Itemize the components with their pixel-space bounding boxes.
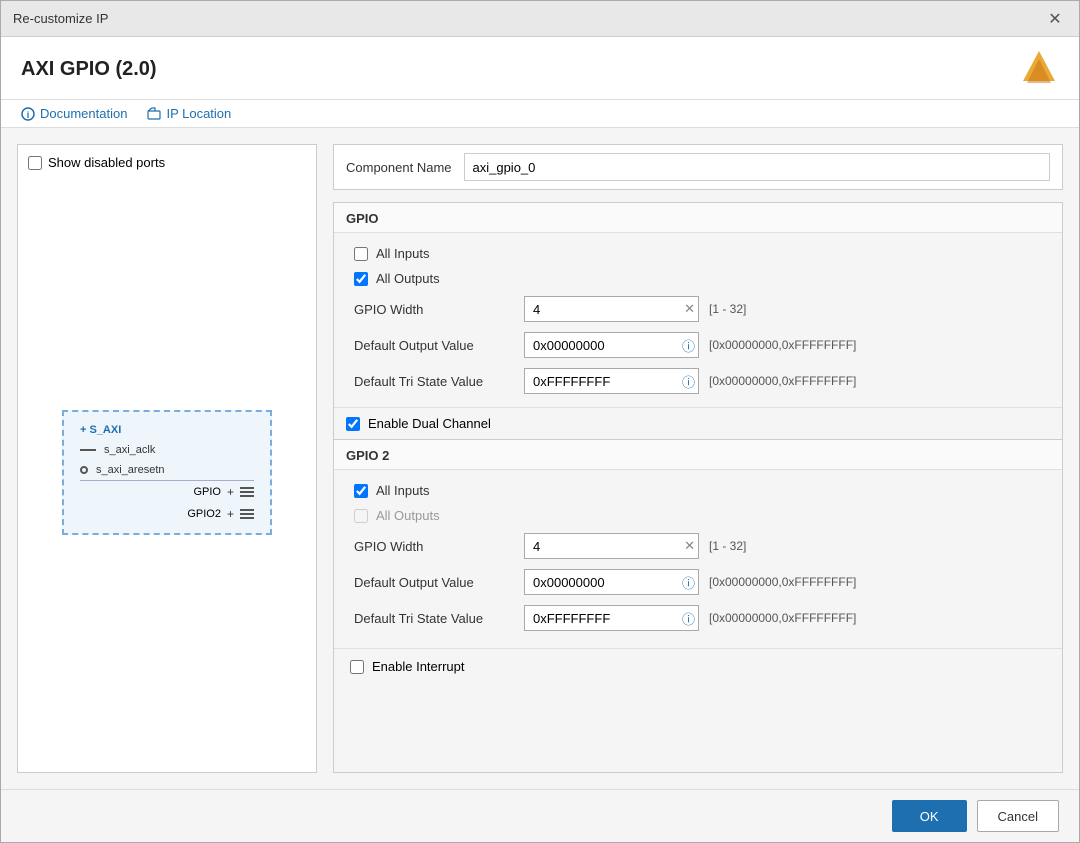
gpio2-default-output-input-wrap: ⓘ [524,569,699,595]
gpio2-default-tri-input[interactable] [524,605,699,631]
gpio2-width-input[interactable] [524,533,699,559]
gpio2-all-outputs-checkbox[interactable] [354,509,368,523]
gpio2-default-output-info-btn[interactable]: ⓘ [682,573,695,592]
gpio2-section-header: GPIO 2 [334,440,1062,470]
ip-title: AXI GPIO (2.0) [21,58,157,81]
gpio-width-input-wrap: ✕ [524,296,699,322]
info-icon: i [21,107,35,121]
default-tri-row: Default Tri State Value ⓘ [0x00000000,0x… [354,363,1042,399]
gpio-width-label: GPIO Width [354,302,514,317]
enable-dual-row: Enable Dual Channel [334,407,1062,439]
block-diagram: + S_AXI s_axi_aclk s_axi_aresetn [62,410,272,535]
right-panel: Component Name GPIO All Inputs [333,144,1063,773]
dialog: Re-customize IP ✕ AXI GPIO (2.0) i Docum… [0,0,1080,843]
config-scroll[interactable]: GPIO All Inputs All Outputs [334,203,1062,772]
gpio-section-content: All Inputs All Outputs GPIO Width [334,233,1062,407]
gpio2-section: GPIO 2 All Inputs All Outputs [334,439,1062,644]
gpio2-all-inputs-label: All Inputs [376,483,429,498]
svg-text:i: i [27,110,30,120]
gpio2-port: GPIO2 + [187,507,254,521]
default-output-label: Default Output Value [354,338,514,353]
gpio2-default-output-input[interactable] [524,569,699,595]
documentation-link[interactable]: i Documentation [21,106,127,121]
gpio-width-range: [1 - 32] [709,302,746,316]
gpio2-default-tri-range: [0x00000000,0xFFFFFFFF] [709,611,856,625]
default-tri-info-btn[interactable]: ⓘ [682,372,695,391]
gpio2-section-content: All Inputs All Outputs GPIO Width [334,470,1062,644]
main-content: Show disabled ports + S_AXI s_axi_aclk [1,128,1079,789]
default-tri-input[interactable] [524,368,699,394]
folder-icon [147,107,161,121]
component-name-row: Component Name [333,144,1063,190]
gpio2-default-output-row: Default Output Value ⓘ [0x00000000,0xFFF… [354,564,1042,600]
cancel-button[interactable]: Cancel [977,800,1059,832]
gpio2-all-outputs-label: All Outputs [376,508,440,523]
all-outputs-checkbox[interactable] [354,272,368,286]
close-button[interactable]: ✕ [1043,7,1067,31]
gpio2-label: GPIO2 [187,508,221,520]
default-output-range: [0x00000000,0xFFFFFFFF] [709,338,856,352]
all-inputs-checkbox[interactable] [354,247,368,261]
gpio2-default-tri-input-wrap: ⓘ [524,605,699,631]
show-disabled-checkbox[interactable] [28,156,42,170]
component-name-input[interactable] [464,153,1051,181]
show-disabled-row: Show disabled ports [28,155,306,170]
gpio2-width-range: [1 - 32] [709,539,746,553]
left-panel: Show disabled ports + S_AXI s_axi_aclk [17,144,317,773]
port-aresetn: s_axi_aresetn [80,464,254,476]
ok-button[interactable]: OK [892,800,967,832]
default-tri-label: Default Tri State Value [354,374,514,389]
dialog-title: Re-customize IP [13,11,108,26]
gpio2-default-tri-label: Default Tri State Value [354,611,514,626]
port-aclk: s_axi_aclk [80,444,254,456]
ip-location-link[interactable]: IP Location [147,106,231,121]
gpio-width-clear-btn[interactable]: ✕ [684,301,695,317]
gpio2-all-inputs-row: All Inputs [354,478,1042,503]
enable-dual-checkbox[interactable] [346,417,360,431]
gpio2-default-tri-row: Default Tri State Value ⓘ [0x00000000,0x… [354,600,1042,636]
gpio2-all-outputs-row: All Outputs [354,503,1042,528]
gpio2-width-label: GPIO Width [354,539,514,554]
component-diagram: + S_AXI s_axi_aclk s_axi_aresetn [28,182,306,762]
gpio-section-header: GPIO [334,203,1062,233]
default-tri-input-wrap: ⓘ [524,368,699,394]
show-disabled-label: Show disabled ports [48,155,165,170]
gpio-width-row: GPIO Width ✕ [1 - 32] [354,291,1042,327]
gpio-width-input[interactable] [524,296,699,322]
s-axi-label: + S_AXI [80,424,121,436]
all-inputs-row: All Inputs [354,241,1042,266]
xilinx-logo-icon [1019,49,1059,89]
gpio2-all-inputs-checkbox[interactable] [354,484,368,498]
config-panel: GPIO All Inputs All Outputs [333,202,1063,773]
s-axi-aresetn-label: s_axi_aresetn [96,464,165,476]
all-outputs-label: All Outputs [376,271,440,286]
bottom-bar: OK Cancel [1,789,1079,842]
default-tri-range: [0x00000000,0xFFFFFFFF] [709,374,856,388]
gpio2-width-input-wrap: ✕ [524,533,699,559]
gpio2-default-tri-info-btn[interactable]: ⓘ [682,609,695,628]
header-section: AXI GPIO (2.0) [1,37,1079,100]
default-output-input-wrap: ⓘ [524,332,699,358]
enable-interrupt-row: Enable Interrupt [334,648,1062,684]
enable-dual-label: Enable Dual Channel [368,416,491,431]
default-output-info-btn[interactable]: ⓘ [682,336,695,355]
gpio2-default-output-range: [0x00000000,0xFFFFFFFF] [709,575,856,589]
nav-bar: i Documentation IP Location [1,100,1079,128]
enable-interrupt-label: Enable Interrupt [372,659,465,674]
all-outputs-row: All Outputs [354,266,1042,291]
all-inputs-label: All Inputs [376,246,429,261]
component-name-label: Component Name [346,160,452,175]
gpio2-width-row: GPIO Width ✕ [1 - 32] [354,528,1042,564]
gpio-label: GPIO [193,486,221,498]
gpio2-default-output-label: Default Output Value [354,575,514,590]
gpio-port: GPIO + [193,485,254,499]
title-bar: Re-customize IP ✕ [1,1,1079,37]
gpio2-width-clear-btn[interactable]: ✕ [684,538,695,554]
default-output-row: Default Output Value ⓘ [0x00000000,0xFFF… [354,327,1042,363]
gpio-section: GPIO All Inputs All Outputs [334,203,1062,407]
s-axi-aclk-label: s_axi_aclk [104,444,155,456]
default-output-input[interactable] [524,332,699,358]
enable-interrupt-checkbox[interactable] [350,660,364,674]
port-s-axi: + S_AXI [80,424,254,436]
